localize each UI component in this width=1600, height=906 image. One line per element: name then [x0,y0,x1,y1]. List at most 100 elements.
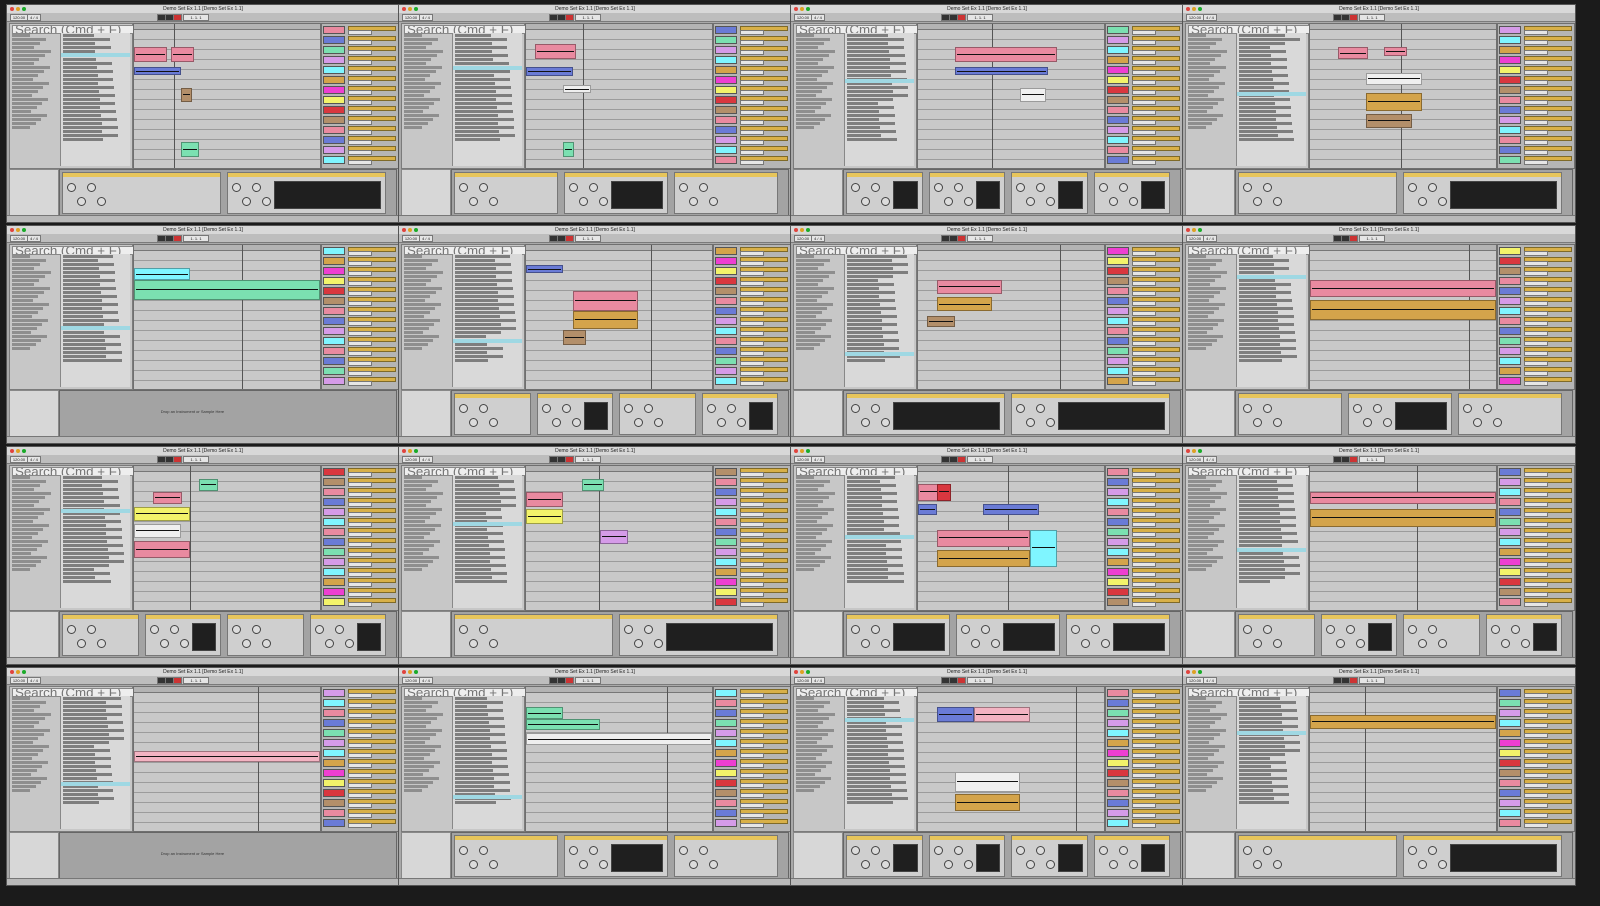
browser-category-item[interactable] [1188,323,1219,326]
browser-category-item[interactable] [12,701,46,704]
browser-category-item[interactable] [1188,102,1219,105]
track-header-name[interactable] [1499,367,1521,375]
audio-effect-device[interactable] [846,835,923,877]
parameter-knob[interactable] [933,183,943,192]
browser-file-item[interactable] [847,138,897,141]
browser-file-item[interactable] [63,275,100,278]
browser-category-item[interactable] [404,275,437,278]
track-header-name[interactable] [1499,779,1521,787]
browser-file-item[interactable] [63,717,108,720]
browser-file-item[interactable] [455,343,487,346]
track-header-name[interactable] [323,86,345,94]
browser-category-item[interactable] [796,295,823,298]
browser-category-item[interactable] [1188,729,1226,732]
arrangement-clip[interactable] [134,67,181,75]
browser-category-item[interactable] [1188,279,1216,282]
track-header-name[interactable] [715,769,737,777]
browser-category-item[interactable] [404,299,425,302]
device-title-bar[interactable] [702,394,777,398]
browser-category-item[interactable] [796,122,820,125]
browser-category-item[interactable] [12,705,41,708]
browser-file-item[interactable] [1239,556,1300,559]
audio-effect-device[interactable] [846,393,1005,435]
parameter-knob[interactable] [963,860,973,869]
track-header-name[interactable] [1107,739,1129,747]
browser-file-item[interactable] [847,130,896,133]
browser-file-item[interactable] [455,102,513,105]
parameter-knob[interactable] [252,183,261,192]
browser-file-item[interactable] [1239,532,1297,535]
browser-file-item[interactable] [455,749,507,752]
browser-category-item[interactable] [796,717,829,720]
browser-file-item[interactable] [1239,347,1297,350]
browser-file-item[interactable] [1239,58,1287,61]
track-volume-field[interactable] [1524,70,1548,75]
parameter-knob[interactable] [1500,639,1510,648]
parameter-knob[interactable] [1363,418,1372,427]
parameter-knob[interactable] [479,625,488,634]
browser-category-item[interactable] [796,110,815,113]
arrangement-clip[interactable] [134,541,190,559]
parameter-knob[interactable] [943,860,953,869]
browser-category-item[interactable] [12,548,37,551]
track-volume-field[interactable] [348,100,372,105]
parameter-knob[interactable] [262,639,271,648]
browser-category-item[interactable] [12,58,40,61]
track-header-name[interactable] [715,327,737,335]
audio-effect-device[interactable] [227,172,386,214]
browser-file-item[interactable] [1239,769,1287,772]
arrangement-clip[interactable] [134,279,320,300]
track-volume-field[interactable] [348,723,372,728]
time-signature-field[interactable]: 4 / 4 [27,677,41,684]
browser-file-item[interactable] [847,106,894,109]
browser-file-item[interactable] [1239,134,1278,137]
track-header-name[interactable] [1499,307,1521,315]
browser-category-item[interactable] [796,556,832,559]
device-title-bar[interactable] [1012,173,1087,177]
browser-file-item[interactable] [847,713,885,716]
browser-category-item[interactable] [1188,737,1215,740]
track-volume-field[interactable] [1132,301,1156,306]
browser-category-item[interactable] [404,761,441,764]
browser-category-item[interactable] [796,749,828,752]
track-header-name[interactable] [1107,277,1129,285]
browser-category-item[interactable] [1188,110,1207,113]
arrangement-clip[interactable] [955,47,1058,62]
browser-file-item[interactable] [847,311,881,314]
browser-category-item[interactable] [796,544,827,547]
arrangement-clip[interactable] [171,47,194,62]
browser-category-item[interactable] [796,697,814,700]
browser-category-item[interactable] [12,311,38,314]
browser-category-item[interactable] [1188,122,1212,125]
browser-category-item[interactable] [1188,488,1211,491]
device-title-bar[interactable] [537,394,612,398]
parameter-knob[interactable] [87,183,96,192]
arrangement-clip[interactable] [1337,47,1368,59]
browser-file-item[interactable] [847,34,888,37]
track-header-name[interactable] [1499,156,1521,164]
beat-time-ruler[interactable] [134,24,320,30]
browser-file-item[interactable] [63,532,107,535]
track-volume-field[interactable] [1524,592,1548,597]
browser-category-item[interactable] [12,745,49,748]
track-volume-field[interactable] [1524,773,1548,778]
track-header-name[interactable] [1107,136,1129,144]
browser-file-item[interactable] [1239,496,1279,499]
browser-category-item[interactable] [404,58,432,61]
browser-file-item[interactable] [455,70,510,73]
browser-file-item[interactable] [1239,544,1283,547]
browser-category-item[interactable] [796,78,817,81]
track-volume-field[interactable] [740,733,764,738]
browser-category-item[interactable] [796,532,822,535]
track-volume-field[interactable] [1524,251,1548,256]
browser-file-item[interactable] [63,552,124,555]
track-volume-field[interactable] [348,562,372,567]
browser-category-item[interactable] [796,492,835,495]
track-volume-field[interactable] [740,140,764,145]
arrangement-clip[interactable] [581,479,605,491]
track-volume-field[interactable] [740,90,764,95]
arrangement-clip[interactable] [572,311,638,329]
arrangement-clip[interactable] [134,47,168,62]
parameter-knob[interactable] [1273,418,1282,427]
browser-category-item[interactable] [404,725,426,728]
